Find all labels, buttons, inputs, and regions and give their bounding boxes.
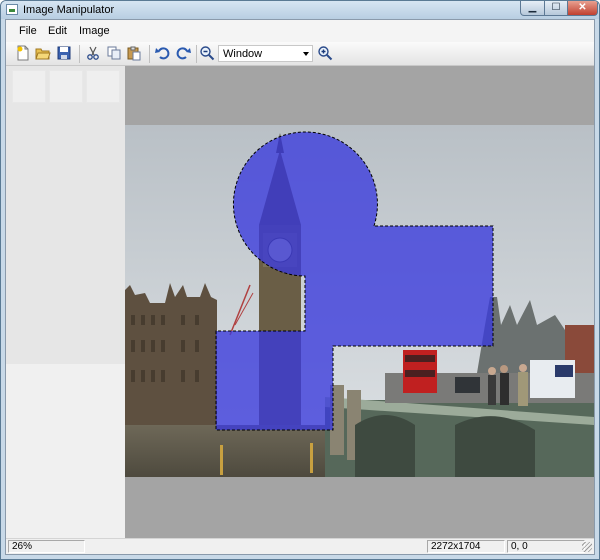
thumbnail-slot[interactable] [49,70,83,103]
app-icon [6,4,18,15]
zoom-in-button[interactable] [317,45,335,62]
zoom-mode-select[interactable]: Window [218,45,313,62]
chevron-down-icon [303,52,309,56]
zoom-out-button[interactable] [199,45,217,62]
new-button[interactable] [15,45,33,62]
thumbnail-slot[interactable] [86,70,120,103]
zoom-mode-value: Window [223,48,263,60]
paste-button[interactable] [126,45,144,62]
status-cursor-position: 0, 0 [507,540,585,553]
cut-button[interactable] [85,45,103,62]
status-zoom: 26% [8,540,85,553]
thumbnail-strip [6,66,125,364]
undo-button[interactable] [155,45,173,62]
title-bar[interactable]: Image Manipulator ▁ ☐ ✕ [1,1,599,19]
toolbar-separator [149,45,150,63]
status-dimensions: 2272x1704 [427,540,505,553]
open-button[interactable] [35,45,53,62]
save-icon [57,46,71,60]
client-area: File Edit Image Window 26% 2272x1704 0, … [5,19,595,555]
app-window: Image Manipulator ▁ ☐ ✕ File Edit Image [0,0,600,560]
resize-grip-icon[interactable] [582,542,592,552]
close-button[interactable]: ✕ [567,1,598,16]
window-title: Image Manipulator [23,4,115,16]
zoom-in-icon [318,46,333,61]
toolbar-separator [196,45,197,63]
toolbar-separator [79,45,80,63]
minimize-button[interactable]: ▁ [520,1,545,16]
cut-icon [87,46,99,60]
zoom-out-icon [200,46,215,61]
minimize-icon: ▁ [528,2,537,13]
open-icon [35,48,51,60]
toolbar: Window [6,42,594,66]
menu-image[interactable]: Image [79,25,110,37]
new-icon [17,45,29,61]
maximize-icon: ☐ [551,2,561,13]
photo-image [125,125,594,477]
menu-bar: File Edit Image [6,20,594,42]
redo-icon [176,47,191,60]
side-panel [6,66,125,538]
copy-icon [107,46,121,60]
copy-button[interactable] [106,45,124,62]
image-canvas[interactable] [125,66,594,538]
menu-edit[interactable]: Edit [48,25,67,37]
thumbnail-slot[interactable] [12,70,46,103]
maximize-button[interactable]: ☐ [544,1,568,16]
status-bar: 26% 2272x1704 0, 0 [6,538,594,554]
close-icon: ✕ [578,2,587,13]
save-button[interactable] [56,45,74,62]
undo-icon [155,47,170,60]
redo-button[interactable] [175,45,193,62]
menu-file[interactable]: File [19,25,37,37]
paste-icon [127,46,141,61]
